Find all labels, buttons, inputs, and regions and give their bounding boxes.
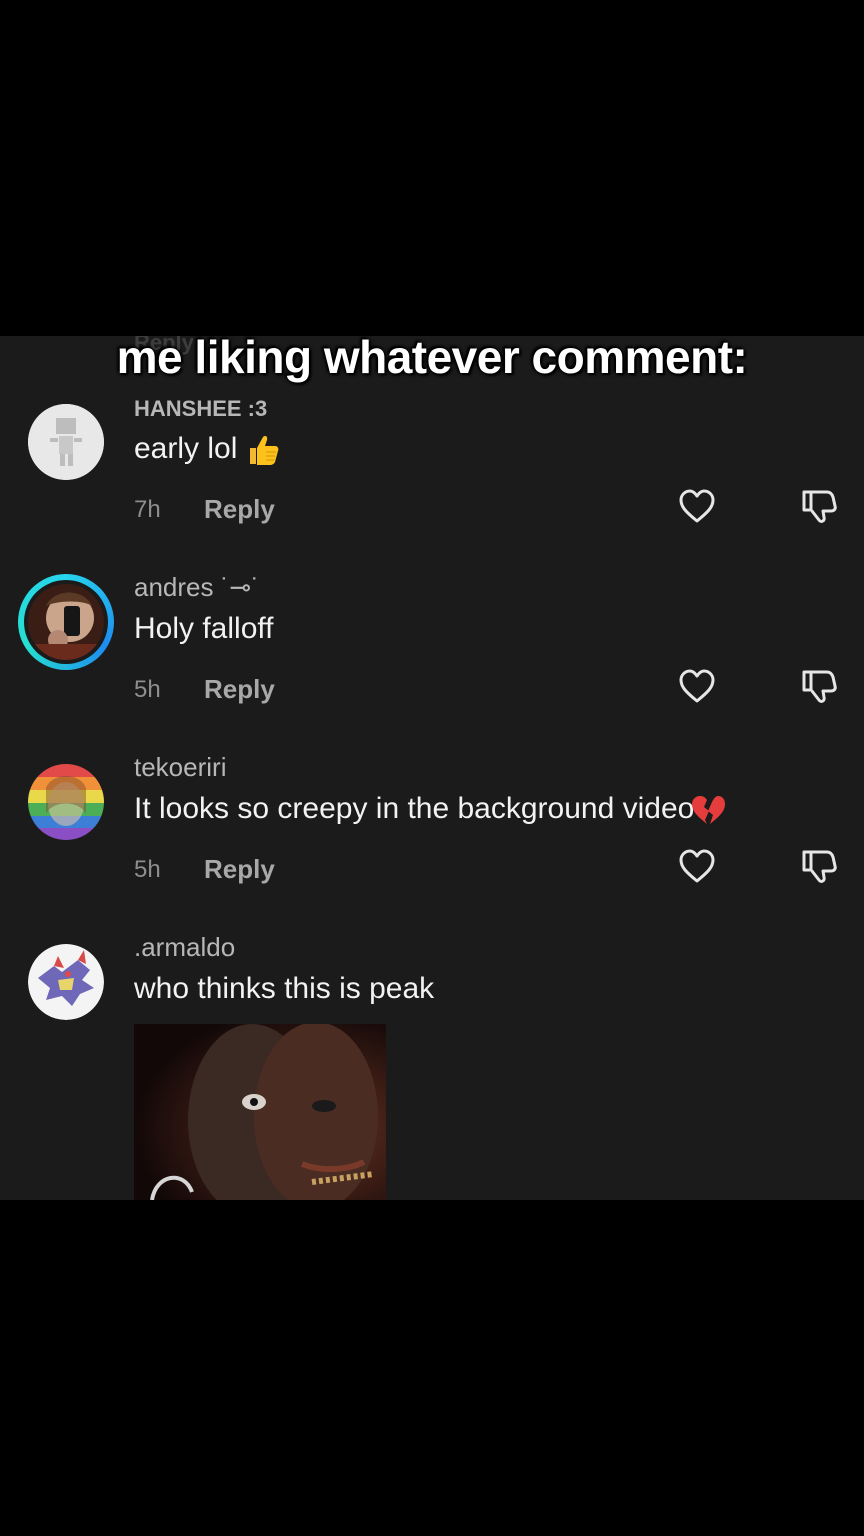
comment-list[interactable]: Reply HANSHEE :3 early lol 7h Reply andr… <box>0 336 864 1200</box>
comment-time: 5h <box>134 856 161 883</box>
avatar <box>28 584 104 660</box>
heart-icon[interactable] <box>678 488 716 524</box>
comment-attached-image[interactable] <box>134 1024 386 1200</box>
comment-time: 7h <box>134 496 161 523</box>
dislike-icon[interactable] <box>800 486 838 524</box>
reply-button[interactable]: Reply <box>204 494 275 525</box>
avatar[interactable] <box>28 764 104 840</box>
comment-time: 5h <box>134 676 161 703</box>
comment-username[interactable]: andres ˙⊸˙ <box>134 572 260 603</box>
comment-text: It looks so creepy in the background vid… <box>134 792 726 826</box>
heart-icon[interactable] <box>678 668 716 704</box>
avatar[interactable] <box>28 944 104 1020</box>
comment-text: Holy falloff <box>134 612 274 645</box>
dislike-icon[interactable] <box>800 666 838 704</box>
comment-text: early lol <box>134 432 280 466</box>
thumbs-up-icon <box>249 436 279 466</box>
heart-icon[interactable] <box>678 848 716 884</box>
comment-username[interactable]: .armaldo <box>134 932 235 963</box>
video-caption: me liking whatever comment: <box>116 331 748 383</box>
reply-button[interactable]: Reply <box>204 854 275 885</box>
reply-button[interactable]: Reply <box>204 674 275 705</box>
comment-username[interactable]: tekoeriri <box>134 752 226 783</box>
comment-username[interactable]: HANSHEE :3 <box>134 396 267 422</box>
dislike-icon[interactable] <box>800 846 838 884</box>
avatar[interactable] <box>28 404 104 480</box>
broken-heart-icon <box>692 796 726 825</box>
comment-text: who thinks this is peak <box>134 972 435 1005</box>
avatar-story-ring[interactable] <box>18 574 114 670</box>
